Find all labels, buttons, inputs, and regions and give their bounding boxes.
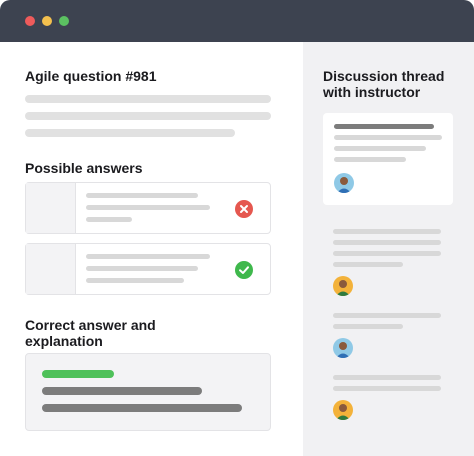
- question-panel: Agile question #981 Possible answers Cor: [0, 42, 303, 456]
- x-icon: [235, 200, 253, 218]
- reply-text-line: [333, 251, 441, 256]
- answer-thumbnail: [26, 244, 76, 294]
- question-title: Agile question #981: [25, 68, 157, 84]
- reply-text-line: [333, 240, 441, 245]
- answer-text-line: [86, 266, 198, 271]
- answer-thumbnail: [26, 183, 76, 233]
- message-text-line: [334, 157, 406, 162]
- answer-option-incorrect[interactable]: [25, 182, 271, 234]
- answer-option-correct[interactable]: [25, 243, 271, 295]
- reply-text-line: [333, 386, 441, 391]
- close-window-button[interactable]: [25, 16, 35, 26]
- question-text-line: [25, 129, 235, 137]
- answer-text-line: [86, 217, 132, 222]
- reply-text-line: [333, 375, 441, 380]
- app-window: Agile question #981 Possible answers Cor: [0, 0, 474, 456]
- user-avatar: [333, 338, 353, 358]
- explanation-text-line: [42, 404, 242, 412]
- reply-text-line: [333, 229, 441, 234]
- discussion-panel: Discussion thread with instructor: [303, 42, 474, 456]
- maximize-window-button[interactable]: [59, 16, 69, 26]
- message-text-line: [334, 135, 442, 140]
- minimize-window-button[interactable]: [42, 16, 52, 26]
- discussion-heading: Discussion thread with instructor: [323, 68, 445, 100]
- user-avatar: [333, 276, 353, 296]
- reply-text-line: [333, 262, 403, 267]
- explanation-box: [25, 353, 271, 431]
- user-avatar: [334, 173, 354, 193]
- question-text-line: [25, 112, 271, 120]
- question-text-line: [25, 95, 271, 103]
- message-title-line: [334, 124, 434, 129]
- answer-text-line: [86, 205, 210, 210]
- reply-text-line: [333, 313, 441, 318]
- explanation-heading: Correct answer and explanation: [25, 317, 156, 349]
- reply-text-line: [333, 324, 403, 329]
- answer-text-line: [86, 193, 198, 198]
- answer-text-line: [86, 278, 184, 283]
- instructor-message-card[interactable]: [323, 113, 453, 205]
- possible-answers-heading: Possible answers: [25, 160, 143, 176]
- user-avatar: [333, 400, 353, 420]
- answer-text-line: [86, 254, 210, 259]
- title-bar: [0, 0, 474, 42]
- correct-answer-highlight: [42, 370, 114, 378]
- explanation-text-line: [42, 387, 202, 395]
- message-text-line: [334, 146, 426, 151]
- check-icon: [235, 261, 253, 279]
